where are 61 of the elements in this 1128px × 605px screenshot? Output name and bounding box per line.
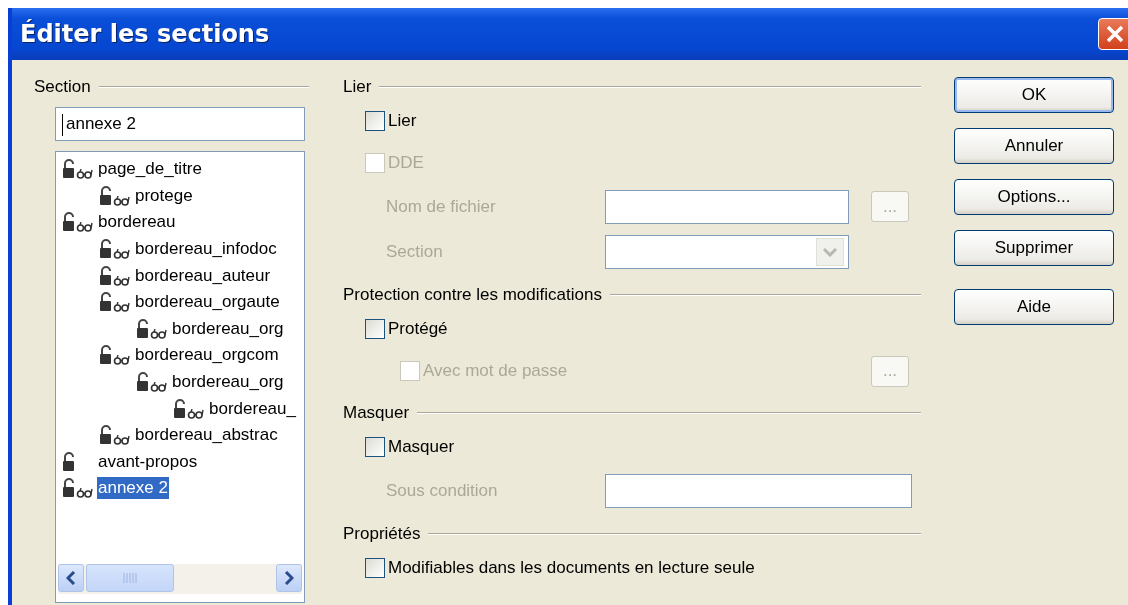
tree-item[interactable]: bordereau_orgaute <box>134 291 281 314</box>
group-heading: Section <box>34 77 91 97</box>
tree-item[interactable]: bordereau_org <box>171 371 285 394</box>
lock-icon <box>99 265 113 286</box>
tree-item[interactable]: protege <box>134 184 194 207</box>
field-label: Section <box>386 241 444 262</box>
checkbox[interactable] <box>365 437 385 457</box>
group-heading: Protection contre les modifications <box>343 285 602 305</box>
dialog-button[interactable]: Supprimer <box>954 230 1114 266</box>
text-field[interactable] <box>605 473 912 508</box>
lock-icon <box>99 239 113 260</box>
checkbox[interactable] <box>365 111 385 131</box>
tree-item[interactable]: bordereau_ <box>208 397 297 420</box>
checkbox-label[interactable]: Lier <box>388 111 417 131</box>
dialog-button[interactable]: Annuler <box>954 128 1114 164</box>
tree-item[interactable]: avant-propos <box>97 450 199 473</box>
dialog-button[interactable]: Aide <box>954 289 1114 325</box>
text-field[interactable] <box>605 189 849 224</box>
group-heading: Propriétés <box>343 524 421 544</box>
group-heading: Masquer <box>343 403 410 423</box>
tree-item[interactable]: bordereau_auteur <box>134 264 272 287</box>
tree-item[interactable]: bordereau_org <box>171 317 285 340</box>
tree-item[interactable]: bordereau_abstrac <box>134 424 279 447</box>
group-heading: Lier <box>343 77 372 97</box>
lock-icon <box>99 185 113 206</box>
tree-item[interactable]: bordereau <box>97 211 177 234</box>
tree-item[interactable]: annexe 2 <box>97 477 169 500</box>
horizontal-scrollbar[interactable] <box>58 564 302 594</box>
lock-icon <box>173 398 187 419</box>
close-button[interactable] <box>1098 18 1128 50</box>
tree-item[interactable]: bordereau_orgcom <box>134 344 280 367</box>
tree-item[interactable]: bordereau_infodoc <box>134 238 278 261</box>
lock-icon <box>99 292 113 313</box>
dialog-button[interactable]: OK <box>954 77 1114 113</box>
lock-icon <box>99 345 113 366</box>
tree-item[interactable]: page_de_titre <box>97 158 203 181</box>
checkbox[interactable] <box>365 558 385 578</box>
dropdown-field[interactable] <box>605 234 849 269</box>
dropdown-arrow-button[interactable] <box>816 237 844 266</box>
scroll-left-button[interactable] <box>58 564 84 592</box>
scroll-thumb[interactable] <box>86 564 174 592</box>
lock-icon <box>136 318 150 339</box>
checkbox-label[interactable]: Modifiables dans les documents en lecture seule <box>388 558 755 578</box>
checkbox[interactable] <box>365 319 385 339</box>
chevron-down-icon <box>823 246 837 257</box>
field-label: Sous condition <box>386 480 499 501</box>
lock-icon <box>62 212 76 233</box>
lock-icon <box>62 159 76 180</box>
section-name-field[interactable]: annexe 2 <box>55 107 305 141</box>
lock-icon <box>99 425 113 446</box>
lock-icon <box>62 451 76 472</box>
lock-icon <box>62 478 76 499</box>
lock-icon <box>136 372 150 393</box>
dialog-button[interactable]: Options... <box>954 179 1114 215</box>
window-title: Éditer les sections <box>20 20 271 48</box>
checkbox-label[interactable]: Masquer <box>388 437 455 457</box>
checkbox-label[interactable]: Protégé <box>388 319 448 339</box>
close-icon <box>1104 23 1126 45</box>
scroll-right-button[interactable] <box>276 564 302 592</box>
field-label: Nom de fichier <box>386 196 497 217</box>
grip-icon <box>123 573 137 583</box>
